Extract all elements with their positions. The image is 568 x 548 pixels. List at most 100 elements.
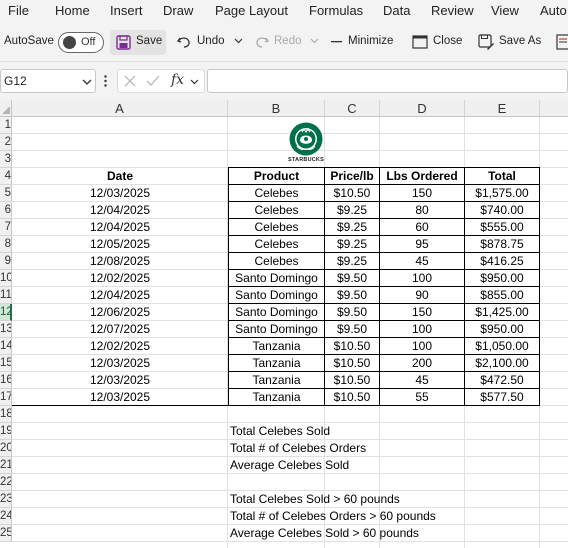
menu-draw[interactable]: Draw — [163, 3, 193, 18]
menu-page-layout[interactable]: Page Layout — [215, 3, 288, 18]
cell-date[interactable]: 12/04/2025 — [12, 287, 228, 304]
cell-price[interactable]: $10.50 — [325, 338, 380, 355]
cell-total[interactable]: $950.00 — [465, 270, 540, 287]
more-options-icon[interactable] — [104, 75, 107, 87]
cell-date[interactable]: 12/08/2025 — [12, 253, 228, 270]
row-header-9[interactable]: 9 — [0, 253, 12, 270]
header-product[interactable]: Product — [228, 168, 325, 185]
cell-total[interactable]: $950.00 — [465, 321, 540, 338]
column-header-f[interactable] — [540, 100, 568, 117]
cell-lbs-ordered[interactable]: 100 — [380, 321, 465, 338]
cell-total[interactable]: $2,100.00 — [465, 355, 540, 372]
row-header-1[interactable]: 1 — [0, 117, 12, 134]
row-header-2[interactable]: 2 — [0, 134, 12, 151]
column-header-b[interactable]: B — [228, 100, 325, 117]
undo-chevron-down-icon[interactable] — [234, 38, 243, 44]
cell-price[interactable]: $9.25 — [325, 219, 380, 236]
menu-formulas[interactable]: Formulas — [309, 3, 363, 18]
save-as-icon[interactable] — [478, 34, 495, 51]
cell-price[interactable]: $9.50 — [325, 270, 380, 287]
menu-view[interactable]: View — [491, 3, 519, 18]
row-header-6[interactable]: 6 — [0, 202, 12, 219]
row-header-24[interactable]: 24 — [0, 508, 12, 525]
cell-lbs-ordered[interactable]: 80 — [380, 202, 465, 219]
fx-chevron-down-icon[interactable] — [190, 79, 199, 85]
cell-date[interactable]: 12/02/2025 — [12, 270, 228, 287]
undo-button[interactable]: Undo — [197, 35, 225, 47]
cell-lbs-ordered[interactable]: 45 — [380, 372, 465, 389]
row-header-7[interactable]: 7 — [0, 219, 12, 236]
row-header-16[interactable]: 16 — [0, 372, 12, 389]
row-header-4[interactable]: 4 — [0, 168, 12, 185]
cell-lbs-ordered[interactable]: 100 — [380, 338, 465, 355]
cell-product[interactable]: Tanzania — [228, 389, 325, 406]
cell-product[interactable]: Tanzania — [228, 338, 325, 355]
menu-data[interactable]: Data — [383, 3, 410, 18]
select-all-corner[interactable] — [0, 100, 12, 117]
row-header-17[interactable]: 17 — [0, 389, 12, 406]
menu-insert[interactable]: Insert — [110, 3, 143, 18]
cell-price[interactable]: $10.50 — [325, 389, 380, 406]
header-lbs-ordered[interactable]: Lbs Ordered — [380, 168, 465, 185]
cell-date[interactable]: 12/02/2025 — [12, 338, 228, 355]
cell-total[interactable]: $416.25 — [465, 253, 540, 270]
cell-total[interactable]: $555.00 — [465, 219, 540, 236]
row-header-8[interactable]: 8 — [0, 236, 12, 253]
cell-date[interactable]: 12/03/2025 — [12, 372, 228, 389]
cell-lbs-ordered[interactable]: 60 — [380, 219, 465, 236]
cell-date[interactable]: 12/04/2025 — [12, 219, 228, 236]
cell-total[interactable]: $577.50 — [465, 389, 540, 406]
cell-lbs-ordered[interactable]: 200 — [380, 355, 465, 372]
cell-product[interactable]: Tanzania — [228, 355, 325, 372]
insert-function-icon[interactable]: fx — [171, 72, 184, 88]
header-date[interactable]: Date — [12, 168, 228, 185]
document-icon[interactable] — [556, 34, 568, 50]
row-header-23[interactable]: 23 — [0, 491, 12, 508]
cell-lbs-ordered[interactable]: 95 — [380, 236, 465, 253]
cell-total[interactable]: $472.50 — [465, 372, 540, 389]
cell-total[interactable]: $878.75 — [465, 236, 540, 253]
cell-date[interactable]: 12/04/2025 — [12, 202, 228, 219]
row-header-15[interactable]: 15 — [0, 355, 12, 372]
header-price[interactable]: Price/lb — [325, 168, 380, 185]
chevron-down-icon[interactable] — [82, 79, 92, 85]
column-header-d[interactable]: D — [380, 100, 465, 117]
cell-date[interactable]: 12/07/2025 — [12, 321, 228, 338]
save-button[interactable]: Save — [110, 30, 166, 55]
row-header-14[interactable]: 14 — [0, 338, 12, 355]
cell-lbs-ordered[interactable]: 90 — [380, 287, 465, 304]
autosave-toggle[interactable]: Off — [58, 32, 104, 53]
menu-home[interactable]: Home — [55, 3, 90, 18]
column-header-c[interactable]: C — [325, 100, 380, 117]
row-header-5[interactable]: 5 — [0, 185, 12, 202]
summary-label[interactable]: Average Celebes Sold — [230, 457, 349, 474]
undo-icon[interactable] — [176, 34, 192, 50]
save-as-button[interactable]: Save As — [499, 35, 541, 47]
cell-date[interactable]: 12/03/2025 — [12, 185, 228, 202]
column-header-a[interactable]: A — [12, 100, 228, 117]
name-box[interactable]: G12 — [0, 69, 96, 93]
summary-label[interactable]: Total Celebes Sold — [230, 423, 330, 440]
formula-input[interactable] — [207, 69, 568, 93]
cell-date[interactable]: 12/05/2025 — [12, 236, 228, 253]
cell-price[interactable]: $10.50 — [325, 185, 380, 202]
row-header-3[interactable]: 3 — [0, 151, 12, 168]
cell-product[interactable]: Celebes — [228, 219, 325, 236]
cell-price[interactable]: $9.50 — [325, 321, 380, 338]
minimize-icon[interactable] — [331, 41, 343, 43]
cell-price[interactable]: $9.25 — [325, 253, 380, 270]
cell-date[interactable]: 12/06/2025 — [12, 304, 228, 321]
column-header-e[interactable]: E — [465, 100, 540, 117]
cell-price[interactable]: $9.25 — [325, 202, 380, 219]
menu-automate[interactable]: Auto — [540, 3, 567, 18]
cell-product[interactable]: Santo Domingo — [228, 304, 325, 321]
cell-price[interactable]: $9.50 — [325, 287, 380, 304]
cell-date[interactable]: 12/03/2025 — [12, 355, 228, 372]
cell-product[interactable]: Santo Domingo — [228, 270, 325, 287]
cell-product[interactable]: Celebes — [228, 236, 325, 253]
row-header-22[interactable]: 22 — [0, 474, 12, 491]
header-total[interactable]: Total — [465, 168, 540, 185]
cell-lbs-ordered[interactable]: 45 — [380, 253, 465, 270]
row-header-25[interactable]: 25 — [0, 525, 12, 542]
cell-product[interactable]: Santo Domingo — [228, 321, 325, 338]
